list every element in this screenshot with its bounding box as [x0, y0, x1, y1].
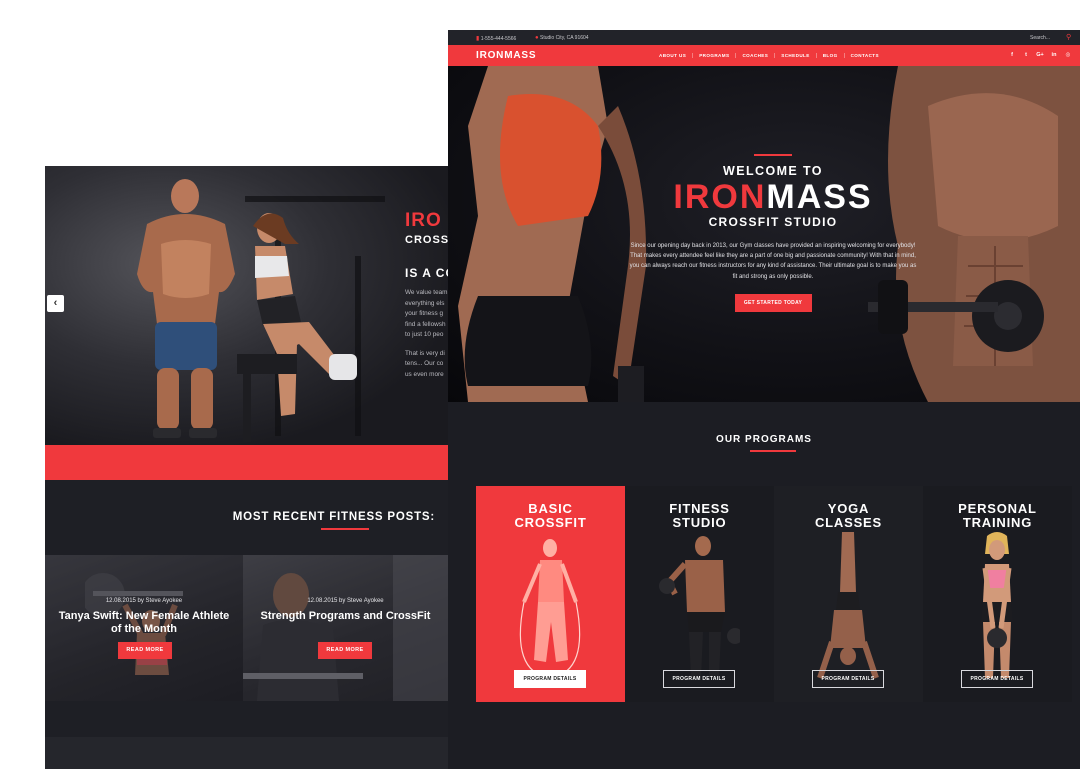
site-logo[interactable]: IRONMASS [476, 50, 536, 61]
paragraph-line: We value team [405, 289, 448, 296]
get-started-button[interactable]: GET STARTED TODAY [734, 293, 812, 312]
nav-item-contacts[interactable]: CONTACTS [843, 52, 885, 58]
nav-item-about-us[interactable]: ABOUT US [653, 53, 692, 58]
twitter-icon[interactable]: t [1022, 52, 1030, 58]
nav-item-schedule[interactable]: SCHEDULE [774, 52, 815, 58]
back-page-mockup: IRO CROSSFI IS A CO We value team everyt… [45, 166, 448, 769]
topbar-address[interactable]: ● Studio City, CA 91604 [535, 35, 589, 41]
posts-title-underline [321, 528, 369, 530]
title-line: CROSSFIT [514, 515, 587, 530]
post-meta: 12.08.2015 by Steve Ayokee [105, 598, 183, 604]
hero-brand-title: IRONMASS [628, 179, 918, 215]
paragraph-line: everything els [405, 299, 445, 307]
post-overlay [243, 555, 448, 701]
read-more-button[interactable]: READ MORE [318, 642, 372, 659]
phone-icon: ▮ [476, 35, 480, 42]
program-details-button[interactable]: PROGRAM DETAILS [961, 670, 1033, 688]
hero-paragraph: Since our opening day back in 2013, our … [629, 243, 917, 280]
program-card-title: BASIC CROSSFIT [476, 502, 625, 530]
main-menu: ABOUT US PROGRAMS COACHES SCHEDULE BLOG … [653, 52, 885, 58]
hero-content: WELCOME TO IRONMASS CROSSFIT STUDIO Sinc… [628, 154, 918, 312]
program-details-button[interactable]: PROGRAM DETAILS [663, 670, 735, 688]
title-line: STUDIO [672, 515, 727, 530]
programs-section-title: OUR PROGRAMS [716, 434, 812, 445]
nav-item-coaches[interactable]: COACHES [735, 52, 774, 58]
search-icon[interactable]: ⚲ [1066, 33, 1071, 41]
slider-prev-button[interactable]: ‹ [47, 295, 64, 312]
title-line: PERSONAL [958, 501, 1037, 516]
post-title[interactable]: Tanya Swift: New Female Athlete of the M… [55, 610, 233, 636]
program-card-title: PERSONAL TRAINING [923, 502, 1072, 530]
read-more-button[interactable]: READ MORE [118, 642, 172, 659]
dumbbell-man-image [659, 536, 740, 678]
hero-welcome-text: WELCOME TO [723, 164, 823, 178]
nav-item-programs[interactable]: PROGRAMS [692, 52, 735, 58]
facebook-icon[interactable]: f [1008, 52, 1016, 58]
program-details-button[interactable]: PROGRAM DETAILS [812, 670, 884, 688]
title-line: CLASSES [814, 515, 882, 530]
title-line: TRAINING [962, 515, 1033, 530]
paragraph-line: to just 10 peo [405, 331, 444, 338]
paragraph-line: That is very di [405, 349, 445, 357]
paragraph-line: tens... Our co [405, 360, 444, 367]
back-hero-title-red: IRO [405, 210, 442, 231]
program-card-title: FITNESS STUDIO [625, 502, 774, 530]
linkedin-icon[interactable]: in [1050, 52, 1058, 58]
phone-number: 1-555-444-5566 [480, 35, 517, 42]
topbar-phone[interactable]: ▮ 1-555-444-5566 [476, 35, 516, 42]
program-card-personal-training[interactable]: PERSONAL TRAINING PROGRAM DETAILS [923, 486, 1072, 702]
map-pin-icon: ● [535, 34, 539, 41]
back-hero-title-white: CROSSFI [405, 234, 448, 246]
posts-section-title: MOST RECENT FITNESS POSTS: [232, 511, 435, 523]
paragraph-line: your fitness g [405, 310, 444, 317]
program-card-yoga-classes[interactable]: YOGA CLASSES PROGRAM DETAILS [774, 486, 923, 702]
paragraph-line [405, 341, 448, 349]
post-card[interactable]: 12.08.2015 by Steve Ayokee Strength Prog… [243, 555, 448, 701]
title-line: BASIC [528, 501, 573, 516]
program-card-fitness-studio[interactable]: FITNESS STUDIO PROGRAM DETAILS [625, 486, 774, 702]
paragraph-line: us even more [405, 370, 444, 378]
back-red-band [45, 445, 448, 480]
hero-subtitle: CROSSFIT STUDIO [708, 215, 838, 229]
post-card[interactable]: 12.08.2015 by Steve Ayokee Tanya Swift: … [45, 555, 243, 701]
back-hero-slider: IRO CROSSFI IS A CO We value team everyt… [45, 166, 448, 445]
program-card-title: YOGA CLASSES [774, 502, 923, 530]
main-navbar: IRONMASS ABOUT US PROGRAMS COACHES SCHED… [448, 45, 1080, 66]
google-plus-icon[interactable]: G+ [1036, 52, 1044, 58]
kettlebell-woman-image [981, 532, 1013, 678]
back-hero-text: IRO CROSSFI IS A CO We value team everyt… [405, 210, 448, 380]
instagram-icon[interactable]: ◎ [1064, 52, 1072, 58]
handstand-man-image [817, 532, 879, 679]
search-input[interactable]: Search... [1030, 35, 1050, 41]
female-athlete-hero-image [458, 66, 647, 402]
social-links: f t G+ in ◎ [1008, 52, 1072, 58]
back-footer [45, 737, 448, 769]
front-page-mockup: ▮ 1-555-444-5566 ● Studio City, CA 91604… [448, 30, 1080, 769]
paragraph-line: find a fellowsh [405, 320, 446, 328]
program-details-button[interactable]: PROGRAM DETAILS [514, 670, 586, 688]
title-line: YOGA [827, 501, 870, 516]
address-text: Studio City, CA 91604 [540, 34, 589, 41]
programs-title-underline [750, 450, 796, 452]
athlete-woman-image [237, 213, 357, 442]
back-hero-heading: IS A CO [405, 266, 448, 280]
jump-rope-woman-image [519, 539, 581, 679]
post-meta: 12.08.2015 by Steve Ayokee [307, 598, 384, 604]
program-card-basic-crossfit[interactable]: BASIC CROSSFIT PROGRAM DETAILS [476, 486, 625, 702]
hero-accent-line [754, 154, 792, 156]
nav-item-blog[interactable]: BLOG [815, 52, 844, 58]
gym-rack-decoration [245, 196, 385, 202]
bodybuilder-man-image [137, 179, 235, 438]
hero-banner: WELCOME TO IRONMASS CROSSFIT STUDIO Sinc… [448, 66, 1080, 402]
brand-red-part: IRON [673, 178, 767, 216]
top-info-bar: ▮ 1-555-444-5566 ● Studio City, CA 91604… [448, 30, 1080, 45]
back-hero-paragraph: We value team everything els your fitnes… [405, 288, 448, 380]
brand-white-part: MASS [766, 178, 873, 216]
title-line: FITNESS [669, 501, 730, 516]
post-title[interactable]: Strength Programs and CrossFit [253, 610, 438, 623]
